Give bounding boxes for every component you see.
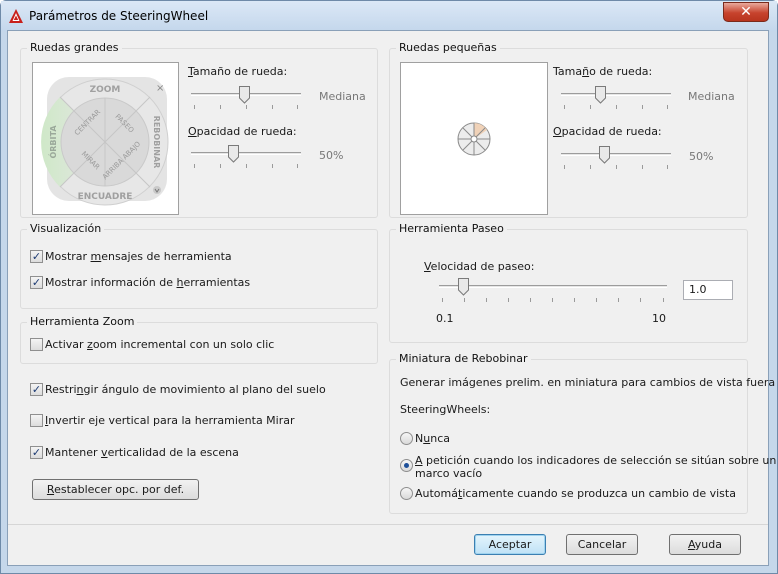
- help-button[interactable]: Ayuda: [669, 534, 741, 555]
- small-wheel-opacity-value: 50%: [689, 150, 714, 163]
- keep-upright-checkbox[interactable]: ✓: [30, 446, 43, 459]
- invert-vertical-label[interactable]: Invertir eje vertical para la herramient…: [45, 414, 295, 427]
- big-wheel-size-thumb[interactable]: [239, 86, 250, 104]
- rewind-thumbnail-group-label: Miniatura de Rebobinar: [396, 352, 531, 365]
- checkmark-icon: ✓: [31, 383, 42, 396]
- restrict-angle-label[interactable]: Restringir ángulo de movimiento al plano…: [45, 383, 326, 396]
- autocad-logo-icon: [9, 9, 23, 23]
- rewind-description-line2: SteeringWheels:: [400, 403, 491, 416]
- walk-speed-input[interactable]: 1.0: [683, 280, 733, 300]
- show-messages-label[interactable]: Mostrar mensajes de herramienta: [45, 250, 232, 263]
- big-wheel-size-value: Mediana: [319, 90, 366, 103]
- checkmark-icon: ✓: [31, 250, 42, 263]
- wheel-label-encuadre: ENCUADRE: [78, 192, 133, 202]
- incremental-zoom-checkbox[interactable]: [30, 338, 43, 351]
- walk-speed-thumb[interactable]: [458, 278, 469, 296]
- small-wheel-size-slider[interactable]: [558, 85, 674, 111]
- small-wheels-group-label: Ruedas pequeñas: [396, 41, 500, 54]
- title-bar[interactable]: Parámetros de SteeringWheel ✕: [1, 1, 777, 31]
- rewind-on-demand-radio[interactable]: [400, 459, 413, 472]
- small-wheel-size-label: Tamaño de rueda:: [553, 65, 653, 78]
- rewind-automatic-label[interactable]: Automáticamente cuando se produzca un ca…: [415, 487, 736, 500]
- big-wheel-opacity-thumb[interactable]: [228, 145, 239, 163]
- cancel-button[interactable]: Cancelar: [566, 534, 638, 555]
- restrict-angle-checkbox[interactable]: ✓: [30, 383, 43, 396]
- big-wheels-group-label: Ruedas grandes: [27, 41, 122, 54]
- show-tooltips-checkbox[interactable]: ✓: [30, 276, 43, 289]
- wheel-label-zoom: ZOOM: [90, 85, 121, 95]
- display-group: Visualización: [20, 222, 378, 309]
- rewind-never-label[interactable]: Nunca: [415, 432, 450, 445]
- small-wheel-opacity-thumb[interactable]: [599, 146, 610, 164]
- small-wheel-opacity-label: Opacidad de rueda:: [553, 125, 662, 138]
- walk-tool-group-label: Herramienta Paseo: [396, 222, 507, 235]
- reset-defaults-button[interactable]: Restablecer opc. por def.: [32, 479, 199, 500]
- walk-speed-slider[interactable]: [436, 277, 671, 305]
- zoom-tool-group-label: Herramienta Zoom: [27, 315, 138, 328]
- small-wheel-illustration: [457, 122, 491, 156]
- incremental-zoom-label[interactable]: Activar zoom incremental con un solo cli…: [45, 338, 274, 351]
- display-group-label: Visualización: [27, 222, 105, 235]
- checkmark-icon: ✓: [31, 446, 42, 459]
- rewind-description-line1: Generar imágenes prelim. en miniatura pa…: [400, 376, 778, 389]
- walk-speed-label: Velocidad de paseo:: [424, 260, 535, 273]
- footer-divider: [8, 524, 768, 525]
- wheel-label-orbita: ÓRBITA: [47, 125, 58, 159]
- wheel-label-rebobinar: REBOBINAR: [152, 116, 161, 169]
- small-wheel-size-thumb[interactable]: [595, 86, 606, 104]
- big-wheel-opacity-label: Opacidad de rueda:: [188, 125, 297, 138]
- rewind-on-demand-label[interactable]: A petición cuando los indicadores de sel…: [415, 454, 776, 467]
- close-button[interactable]: ✕: [723, 2, 769, 22]
- small-wheel-preview: [400, 62, 548, 215]
- walk-speed-min: 0.1: [436, 312, 454, 325]
- small-wheel-opacity-slider[interactable]: [558, 145, 674, 171]
- big-wheel-size-label: Tamaño de rueda:: [188, 65, 288, 78]
- window-title: Parámetros de SteeringWheel: [29, 9, 209, 23]
- big-wheel-preview: × ZOOM ENCUADRE ÓRBITA REBOBINAR CENTRAR…: [32, 62, 179, 215]
- rewind-never-radio[interactable]: [400, 432, 413, 445]
- big-wheel-illustration: × ZOOM ENCUADRE ÓRBITA REBOBINAR CENTRAR…: [41, 77, 169, 206]
- show-messages-checkbox[interactable]: ✓: [30, 250, 43, 263]
- checkmark-icon: ✓: [31, 276, 42, 289]
- accept-button[interactable]: Aceptar: [474, 534, 546, 555]
- keep-upright-label[interactable]: Mantener verticalidad de la escena: [45, 446, 239, 459]
- rewind-automatic-radio[interactable]: [400, 487, 413, 500]
- big-wheel-close-icon: ×: [156, 83, 164, 94]
- dialog-client-area: Ruedas grandes × ZOOM ENCUADRE ÓRBITA RE…: [7, 30, 778, 566]
- walk-speed-max: 10: [652, 312, 666, 325]
- close-icon: ✕: [740, 4, 752, 20]
- show-tooltips-label[interactable]: Mostrar información de herramientas: [45, 276, 250, 289]
- big-wheel-size-slider[interactable]: [188, 85, 304, 111]
- small-wheel-size-value: Mediana: [688, 90, 735, 103]
- rewind-on-demand-label-line2[interactable]: marco vacío: [415, 467, 482, 480]
- big-wheel-opacity-slider[interactable]: [188, 144, 304, 170]
- invert-vertical-checkbox[interactable]: [30, 414, 43, 427]
- big-wheel-opacity-value: 50%: [319, 149, 344, 162]
